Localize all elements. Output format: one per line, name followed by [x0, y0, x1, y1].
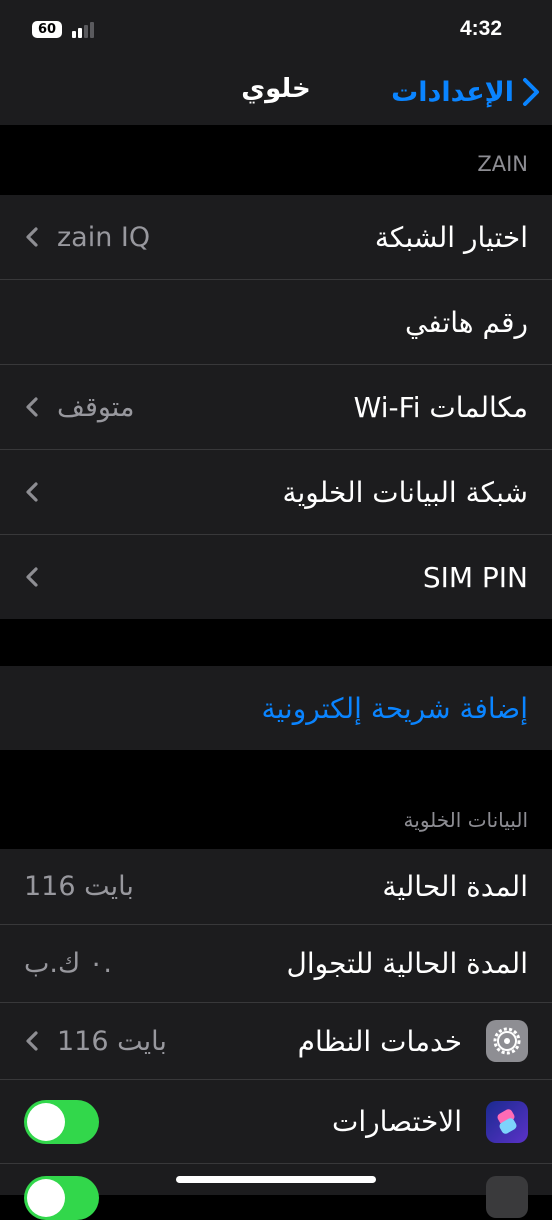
chevron-left-icon: [26, 567, 38, 587]
status-bar: 60 4:32: [0, 0, 552, 60]
back-button-label: الإعدادات: [391, 76, 514, 108]
my-number-row[interactable]: رقم هاتفي: [0, 280, 552, 365]
sim-pin-row[interactable]: SIM PIN: [0, 535, 552, 619]
row-label: رقم هاتفي: [404, 305, 528, 339]
row-value: ٠ ك.ب.: [24, 948, 112, 979]
shortcuts-row: الاختصارات: [0, 1080, 552, 1164]
current-period-row: المدة الحالية 116 بايت: [0, 849, 552, 925]
row-label: خدمات النظام: [297, 1024, 462, 1058]
row-label: اختيار الشبكة: [374, 220, 528, 254]
toggle-knob: [27, 1102, 65, 1141]
row-label: المدة الحالية: [382, 870, 528, 903]
chevron-left-icon: [26, 227, 38, 247]
row-label: الاختصارات: [332, 1105, 462, 1138]
row-label: المدة الحالية للتجوال: [286, 947, 529, 980]
row-value: 116 بايت: [57, 1025, 167, 1057]
wifi-calling-row[interactable]: مكالمات Wi-Fi متوقف: [0, 365, 552, 450]
row-label: SIM PIN: [422, 560, 528, 594]
cellular-data-group: المدة الحالية 116 بايت المدة الحالية للت…: [0, 849, 552, 1220]
system-services-row[interactable]: خدمات النظام 116 بايت: [0, 1003, 552, 1080]
toggle-knob: [27, 1179, 65, 1217]
current-roaming-row: المدة الحالية للتجوال ٠ ك.ب.: [0, 925, 552, 1003]
row-label: شبكة البيانات الخلوية: [282, 475, 528, 509]
row-value: zain IQ: [57, 221, 151, 253]
battery-icon: 60: [32, 21, 62, 38]
clock: 4:32: [459, 17, 502, 40]
next-app-row: [0, 1164, 552, 1220]
shortcuts-icon: [486, 1100, 528, 1143]
carrier-settings-group: اختيار الشبكة zain IQ رقم هاتفي مكالمات …: [0, 195, 552, 619]
cellular-data-network-row[interactable]: شبكة البيانات الخلوية: [0, 450, 552, 535]
chevron-left-icon: [26, 397, 38, 417]
row-value: 116 بايت: [24, 871, 134, 902]
app-toggle[interactable]: [24, 1176, 99, 1220]
section-header-cellular-data: البيانات الخلوية: [403, 808, 528, 832]
chevron-right-icon: [523, 78, 539, 106]
network-selection-row[interactable]: اختيار الشبكة zain IQ: [0, 195, 552, 280]
esim-group: إضافة شريحة إلكترونية: [0, 666, 552, 750]
section-header-carrier: ZAIN: [477, 152, 528, 176]
back-button[interactable]: الإعدادات: [391, 70, 540, 114]
shortcuts-toggle[interactable]: [24, 1099, 99, 1144]
navigation-bar: خلوي الإعدادات: [0, 60, 552, 125]
chevron-left-icon: [26, 482, 38, 502]
row-value: متوقف: [57, 391, 135, 423]
gear-icon: [486, 1020, 528, 1062]
signal-strength-icon: [72, 22, 100, 38]
chevron-left-icon: [26, 1031, 38, 1051]
row-label: مكالمات Wi-Fi: [353, 390, 528, 424]
home-indicator[interactable]: [176, 1176, 376, 1183]
add-esim-button[interactable]: إضافة شريحة إلكترونية: [0, 666, 552, 750]
app-icon: [486, 1176, 528, 1218]
add-esim-label: إضافة شريحة إلكترونية: [261, 691, 528, 725]
